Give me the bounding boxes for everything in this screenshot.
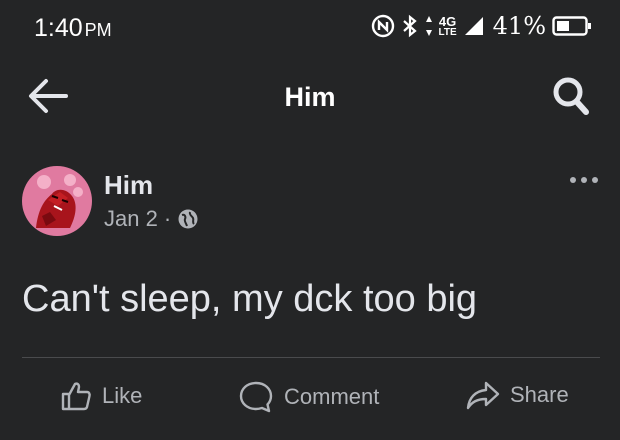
app-bar: Him	[0, 58, 620, 136]
battery-percent: 41%	[492, 12, 546, 40]
post-text: Can't sleep, my dck too big	[22, 278, 478, 320]
search-icon	[553, 77, 589, 115]
post-meta: Jan 2 ·	[104, 206, 199, 232]
status-time-value: 1:40	[34, 14, 83, 42]
status-time-ampm: PM	[84, 20, 112, 40]
battery-icon	[552, 15, 592, 37]
bluetooth-icon	[401, 14, 419, 38]
status-bar: 1:40 PM 4G LTE 41%	[0, 0, 620, 58]
search-button[interactable]	[550, 74, 592, 118]
nfc-icon	[371, 14, 395, 38]
status-icons: 4G LTE 41%	[371, 12, 593, 40]
more-dot-icon	[581, 177, 587, 183]
meta-separator: ·	[163, 206, 172, 231]
network-type-icon: 4G LTE	[439, 15, 457, 38]
network-type: 4G	[438, 13, 457, 29]
avatar-image	[22, 166, 92, 236]
more-dot-icon	[570, 177, 576, 183]
comment-label: Comment	[284, 384, 380, 409]
more-options-button[interactable]	[566, 170, 602, 190]
page-title: Him	[284, 82, 336, 112]
share-label: Share	[510, 382, 569, 407]
comment-bubble-icon	[239, 381, 273, 413]
comment-button[interactable]: Comment	[238, 380, 379, 414]
post-actions: Like Comment Share	[0, 358, 620, 436]
status-time: 1:40 PM	[34, 14, 112, 43]
thumbs-up-icon	[61, 382, 91, 411]
like-button[interactable]: Like	[60, 380, 142, 412]
data-arrows-icon	[425, 14, 433, 38]
share-arrow-icon	[466, 381, 500, 410]
like-label: Like	[102, 383, 143, 408]
network-sub: LTE	[438, 26, 457, 38]
signal-icon	[463, 15, 485, 37]
globe-icon	[177, 208, 199, 230]
post-header: Him Jan 2 ·	[0, 158, 620, 238]
author-name[interactable]: Him	[104, 170, 153, 201]
share-button[interactable]: Share	[466, 380, 569, 410]
post-date[interactable]: Jan 2	[104, 206, 158, 232]
more-dot-icon	[592, 177, 598, 183]
avatar[interactable]	[22, 166, 92, 236]
